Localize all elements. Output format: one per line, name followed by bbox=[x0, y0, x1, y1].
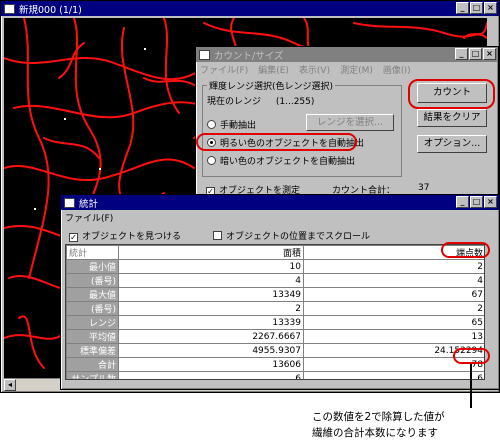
find-objects-checkbox[interactable]: ✓ bbox=[69, 233, 78, 242]
area-value: 10 bbox=[118, 259, 304, 274]
scroll-left-arrow[interactable]: ◂ bbox=[4, 379, 16, 391]
area-value: 2267.6667 bbox=[118, 329, 304, 344]
current-range-label: 現在のレンジ bbox=[207, 97, 262, 107]
menu-view[interactable]: 表示(V) bbox=[299, 63, 330, 76]
options-button[interactable]: オプション... bbox=[417, 135, 487, 153]
radio-manual[interactable] bbox=[207, 120, 216, 129]
table-row: (番号) 4 4 bbox=[66, 273, 484, 288]
scroll-to-object-label: オブジェクトの位置までスクロール bbox=[226, 232, 371, 242]
end-points-value: 24.152294 bbox=[303, 343, 484, 358]
end-points-value: 2 bbox=[303, 301, 484, 316]
area-value: 4955.9307 bbox=[118, 343, 304, 358]
stats-options-row: ✓ オブジェクトを見つける オブジェクトの位置までスクロール bbox=[69, 229, 489, 242]
menu-file[interactable]: ファイル(F) bbox=[200, 63, 248, 76]
table-row: 最小値 10 2 bbox=[66, 259, 484, 274]
annotation-text: この数値を2で除算した値が 繊維の合計本数になります bbox=[312, 409, 498, 441]
stats-window-title: 統計 bbox=[79, 198, 99, 210]
menu-image[interactable]: 画像(I) bbox=[383, 63, 411, 76]
header-end-points[interactable]: 端点数 bbox=[303, 245, 484, 260]
radio-auto-dark[interactable] bbox=[207, 156, 216, 165]
count-window-menubar: ファイル(F) 編集(E) 表示(V) 測定(M) 画像(I) bbox=[196, 62, 498, 76]
close-button[interactable]: × bbox=[483, 48, 496, 60]
minimize-button[interactable]: _ bbox=[456, 2, 469, 14]
header-stat: 統計 bbox=[66, 245, 119, 260]
stats-table: 統計 面積 端点数 最小値 10 2 (番号) 4 4 最大値 13349 67 (番号) 2… bbox=[66, 245, 484, 379]
end-points-value: 78 bbox=[303, 357, 484, 372]
table-row: レンジ 13339 65 bbox=[66, 315, 484, 330]
minimize-button[interactable]: _ bbox=[455, 48, 468, 60]
range-select-button[interactable]: レンジを選択... bbox=[306, 114, 394, 131]
table-row: (番号) 2 2 bbox=[66, 301, 484, 316]
current-range-value: (1...255) bbox=[275, 97, 315, 107]
row-label: サンプル数 bbox=[66, 371, 119, 379]
area-value: 6 bbox=[118, 371, 304, 379]
menu-file[interactable]: ファイル(F) bbox=[65, 211, 113, 224]
count-window-title: カウント/サイズ bbox=[214, 50, 284, 62]
minimize-button[interactable]: _ bbox=[456, 196, 469, 208]
area-value: 13349 bbox=[118, 287, 304, 302]
maximize-button[interactable]: □ bbox=[470, 2, 483, 14]
main-window-title: 新規000 (1/1) bbox=[19, 4, 82, 16]
stats-table-frame: 統計 面積 端点数 最小値 10 2 (番号) 4 4 最大値 13349 67 (番号) 2… bbox=[65, 244, 485, 380]
table-row: 標準偏差 4955.9307 24.152294 bbox=[66, 343, 484, 358]
range-group: 輝度レンジ選択(色レンジ選択) 現在のレンジ (1...255) 手動抽出 明る… bbox=[202, 79, 402, 177]
maximize-button[interactable]: □ bbox=[469, 48, 482, 60]
count-window-titlebar[interactable]: カウント/サイズ _ □ × bbox=[196, 47, 498, 62]
area-value: 4 bbox=[118, 273, 304, 288]
close-button[interactable]: × bbox=[484, 2, 497, 14]
table-row: 最大値 13349 67 bbox=[66, 287, 484, 302]
clear-results-button[interactable]: 結果をクリア bbox=[417, 109, 487, 127]
scroll-to-object-checkbox[interactable] bbox=[213, 231, 222, 240]
table-row: 平均値 2267.6667 13 bbox=[66, 329, 484, 344]
table-header-row: 統計 面積 端点数 bbox=[66, 245, 484, 260]
table-row: サンプル数 6 6 bbox=[66, 371, 484, 379]
row-label: 最大値 bbox=[66, 287, 119, 302]
image-icon bbox=[4, 3, 15, 14]
row-label: (番号) bbox=[66, 301, 119, 316]
window-icon bbox=[64, 197, 75, 208]
window-icon bbox=[199, 49, 210, 60]
area-value: 13339 bbox=[118, 315, 304, 330]
end-points-value: 67 bbox=[303, 287, 484, 302]
count-size-window: カウント/サイズ _ □ × ファイル(F) 編集(E) 表示(V) 測定(M)… bbox=[195, 46, 499, 196]
radio-auto-bright[interactable] bbox=[207, 138, 216, 147]
row-label: 平均値 bbox=[66, 329, 119, 344]
end-points-value: 65 bbox=[303, 315, 484, 330]
maximize-button[interactable]: □ bbox=[470, 196, 483, 208]
menu-measure[interactable]: 測定(M) bbox=[340, 63, 373, 76]
row-label: 最小値 bbox=[66, 259, 119, 274]
stats-window-titlebar[interactable]: 統計 _ □ × bbox=[61, 195, 499, 210]
end-points-value: 6 bbox=[303, 371, 484, 379]
stats-window: 統計 _ □ × ファイル(F) ✓ オブジェクトを見つける オブジェクトの位置ま… bbox=[60, 194, 500, 390]
row-label: レンジ bbox=[66, 315, 119, 330]
close-button[interactable]: × bbox=[484, 196, 497, 208]
table-row: 合計 13606 78 bbox=[66, 357, 484, 372]
count-total-value: 37 bbox=[418, 183, 430, 193]
end-points-value: 4 bbox=[303, 273, 484, 288]
stats-window-menubar: ファイル(F) bbox=[61, 210, 499, 224]
main-window-titlebar[interactable]: 新規000 (1/1) _ □ × bbox=[1, 1, 499, 16]
header-area[interactable]: 面積 bbox=[118, 245, 304, 260]
annotation-pointer-line bbox=[470, 364, 472, 408]
count-button[interactable]: カウント bbox=[417, 83, 487, 103]
menu-edit[interactable]: 編集(E) bbox=[258, 63, 289, 76]
find-objects-label: オブジェクトを見つける bbox=[82, 232, 182, 242]
area-value: 2 bbox=[118, 301, 304, 316]
end-points-value: 13 bbox=[303, 329, 484, 344]
annotation-line-2: 繊維の合計本数になります bbox=[312, 427, 438, 439]
row-label: 合計 bbox=[66, 357, 119, 372]
annotation-line-1: この数値を2で除算した値が bbox=[312, 411, 445, 423]
row-label: (番号) bbox=[66, 273, 119, 288]
option-auto-bright[interactable]: 明るい色のオブジェクトを自動抽出 bbox=[207, 136, 364, 149]
area-value: 13606 bbox=[118, 357, 304, 372]
row-label: 標準偏差 bbox=[66, 343, 119, 358]
option-manual[interactable]: 手動抽出 bbox=[207, 118, 256, 131]
option-auto-dark[interactable]: 暗い色のオブジェクトを自動抽出 bbox=[207, 154, 355, 167]
end-points-value: 2 bbox=[303, 259, 484, 274]
range-group-title: 輝度レンジ選択(色レンジ選択) bbox=[207, 79, 336, 92]
